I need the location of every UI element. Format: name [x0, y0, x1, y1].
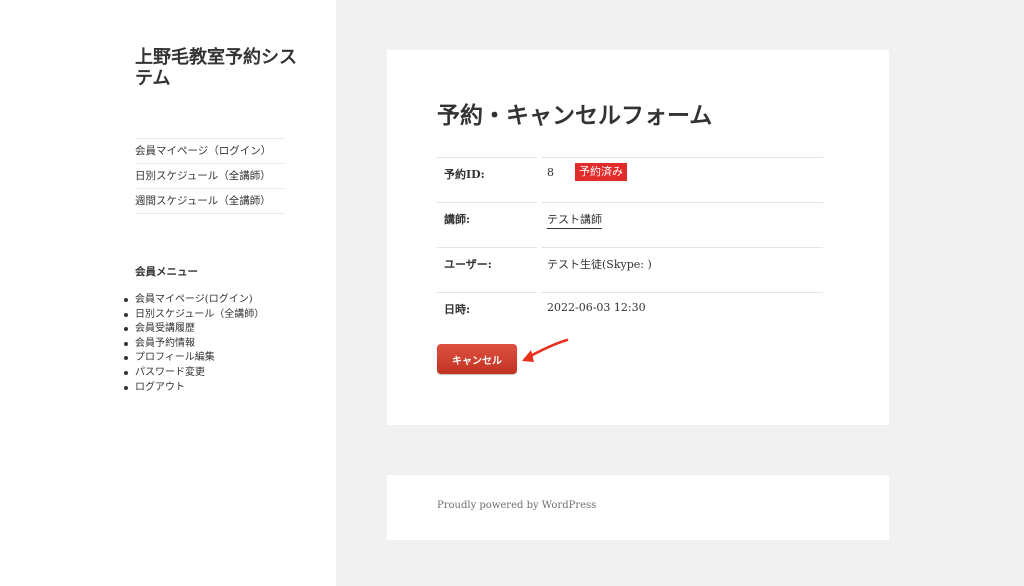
main-menu: 会員マイページ（ログイン） 日別スケジュール（全講師） 週間スケジュール（全講師…	[135, 138, 285, 214]
footer-credit-link[interactable]: Proudly powered by WordPress	[437, 500, 596, 511]
form-title: 予約・キャンセルフォーム	[437, 102, 713, 129]
member-menu-password[interactable]: パスワード変更	[124, 366, 315, 381]
datetime-label: 日時:	[444, 303, 471, 316]
user-label: ユーザー:	[444, 258, 492, 271]
status-badge: 予約済み	[575, 163, 627, 181]
menu-item-mypage[interactable]: 会員マイページ（ログイン）	[135, 139, 285, 164]
member-menu-history[interactable]: 会員受講履歴	[124, 322, 315, 337]
table-row: ユーザー: テスト生徒(Skype: )	[437, 247, 823, 292]
member-menu-reservations[interactable]: 会員予約情報	[124, 337, 315, 352]
menu-item-daily-schedule[interactable]: 日別スケジュール（全講師）	[135, 164, 285, 189]
table-row: 予約ID: 8 予約済み	[437, 157, 823, 202]
table-row: 講師: テスト講師	[437, 202, 823, 247]
sidebar: 上野毛教室予約システム 会員マイページ（ログイン） 日別スケジュール（全講師） …	[0, 0, 336, 586]
member-menu-logout[interactable]: ログアウト	[124, 381, 315, 396]
table-row: 日時: 2022-06-03 12:30	[437, 292, 823, 337]
reservation-id-label: 予約ID:	[444, 168, 485, 181]
member-menu-mypage[interactable]: 会員マイページ(ログイン)	[124, 293, 315, 308]
member-menu-list: 会員マイページ(ログイン) 日別スケジュール（全講師） 会員受講履歴 会員予約情…	[124, 293, 315, 396]
arrow-icon	[522, 338, 569, 362]
menu-item-weekly-schedule[interactable]: 週間スケジュール（全講師）	[135, 189, 285, 214]
widget-title: 会員メニュー	[135, 266, 198, 278]
teacher-link[interactable]: テスト講師	[547, 211, 602, 229]
cancel-button[interactable]: キャンセル	[437, 344, 517, 374]
site-title[interactable]: 上野毛教室予約システム	[135, 47, 305, 89]
member-menu-profile[interactable]: プロフィール編集	[124, 351, 315, 366]
datetime-value: 2022-06-03 12:30	[547, 301, 646, 314]
reservation-id-value: 8	[547, 166, 554, 179]
teacher-label: 講師:	[444, 213, 471, 226]
user-value: テスト生徒(Skype: )	[547, 258, 652, 271]
reservation-table: 予約ID: 8 予約済み 講師: テスト講師 ユーザー: テスト生徒(Skype…	[437, 157, 823, 337]
member-menu-daily-schedule[interactable]: 日別スケジュール（全講師）	[124, 308, 315, 323]
